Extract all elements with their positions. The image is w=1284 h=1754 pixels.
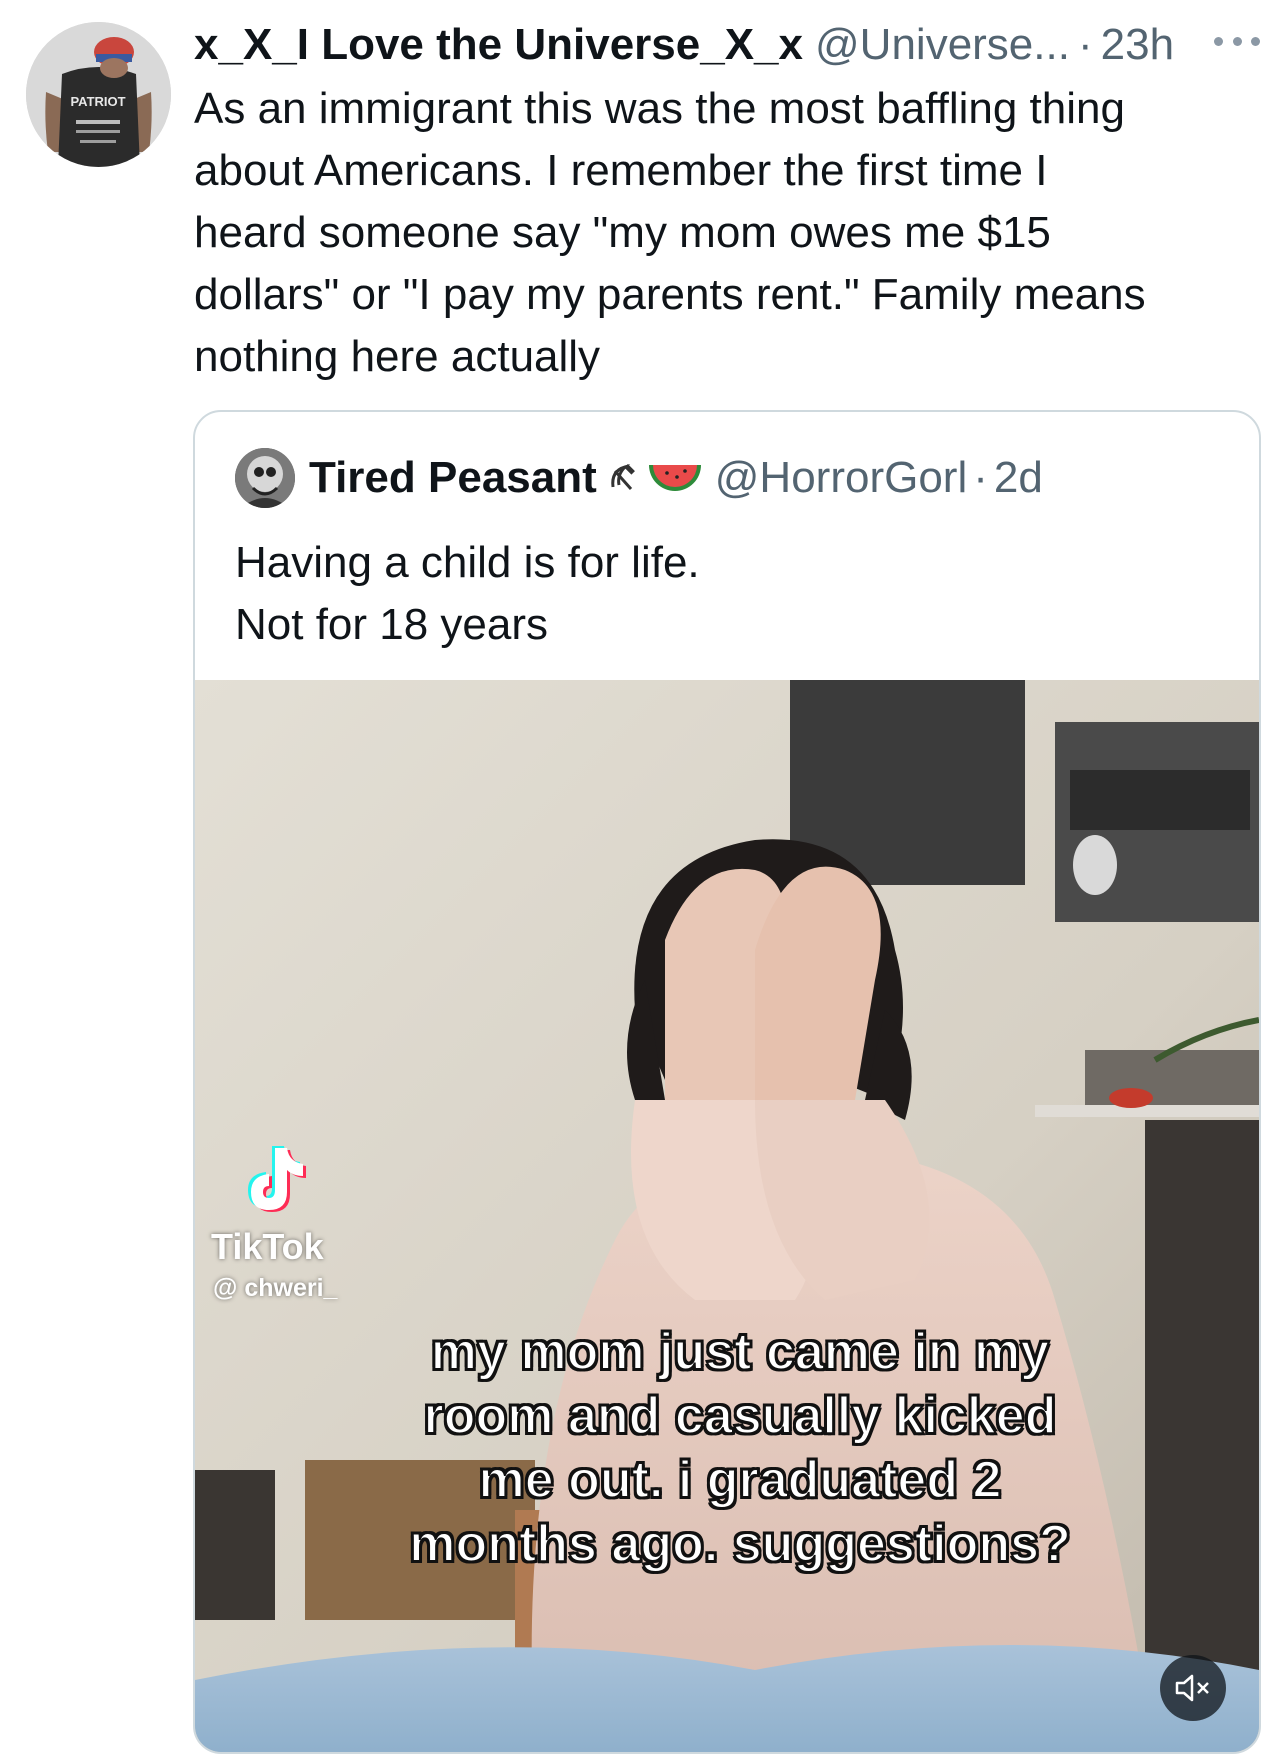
avatar-shirt-text: PATRIOT (70, 94, 125, 109)
more-dot (1214, 36, 1223, 46)
video-frame (195, 680, 1259, 1752)
quoted-video[interactable]: TikTok @ chweri_ my mom just came in my … (195, 680, 1259, 1752)
tweet-timestamp[interactable]: 23h (1101, 12, 1174, 78)
meta-separator: · (1077, 20, 1093, 69)
tweet: PATRIOT x_X_I Love the Universe_X_x @Uni… (0, 0, 1284, 1754)
quoted-tweet-header: Tired Peasant @HorrorGorl · 2d (235, 446, 1043, 510)
more-options-icon[interactable] (1214, 26, 1260, 56)
video-caption: my mom just came in my room and casually… (408, 1322, 1072, 1574)
quoted-author-display-name[interactable]: Tired Peasant (309, 453, 597, 503)
watermelon-icon (647, 461, 703, 495)
mute-toggle-button[interactable] (1160, 1655, 1226, 1721)
tiktok-logo-icon (248, 1146, 306, 1212)
tiktok-watermark-user: @ chweri_ (213, 1274, 338, 1302)
author-avatar[interactable]: PATRIOT (26, 22, 171, 167)
quoted-text-line: Not for 18 years (235, 600, 549, 649)
more-dot (1251, 36, 1260, 46)
author-handle[interactable]: @Universe... (815, 12, 1070, 78)
quoted-tweet-text: Having a child is for life. Not for 18 y… (235, 532, 1235, 656)
tweet-header: x_X_I Love the Universe_X_x @Universe...… (194, 12, 1274, 78)
quoted-tweet[interactable]: Tired Peasant @HorrorGorl · 2d Having a … (193, 410, 1261, 1754)
avatar-image: PATRIOT (26, 22, 171, 167)
more-dot (1232, 36, 1242, 46)
muted-speaker-icon (1175, 1674, 1209, 1702)
tweet-text: As an immigrant this was the most baffli… (194, 84, 1146, 381)
author-display-name[interactable]: x_X_I Love the Universe_X_x (194, 12, 803, 78)
quoted-avatar-image (235, 448, 295, 508)
quoted-text-line: Having a child is for life. (235, 538, 700, 587)
quoted-author-handle[interactable]: @HorrorGorl (715, 453, 967, 503)
quoted-author-avatar[interactable] (235, 448, 295, 508)
hammer-sickle-icon (607, 461, 637, 495)
quoted-tweet-timestamp[interactable]: 2d (994, 453, 1043, 503)
quoted-meta-separator: · (973, 453, 988, 502)
tiktok-watermark-brand: TikTok (211, 1226, 324, 1267)
